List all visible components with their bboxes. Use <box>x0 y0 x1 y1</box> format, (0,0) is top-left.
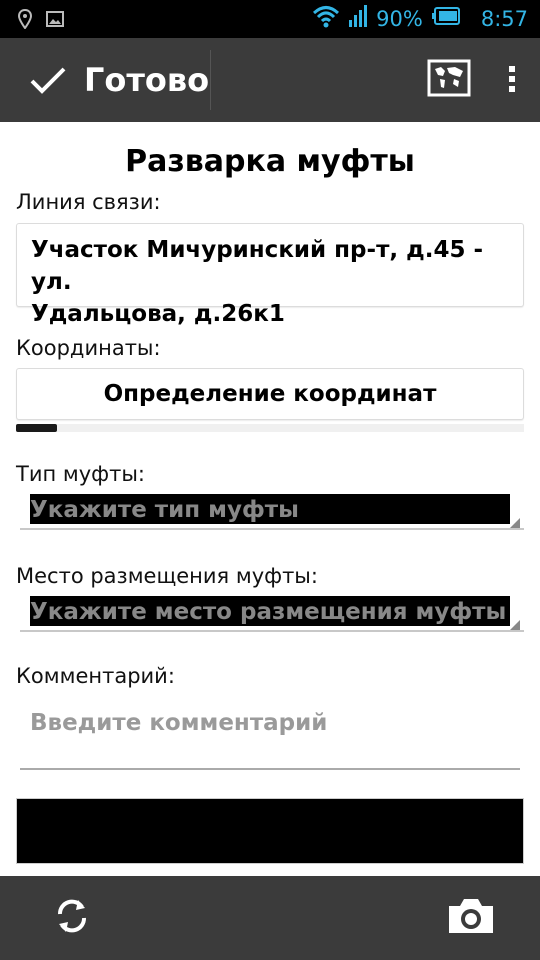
image-icon <box>46 11 64 31</box>
map-icon <box>427 59 471 101</box>
action-divider <box>210 50 211 110</box>
black-button[interactable] <box>16 798 524 864</box>
dropdown-corner-icon <box>510 518 520 528</box>
form-content: Разварка муфты Линия связи: Участок Мичу… <box>0 122 540 876</box>
check-icon <box>30 66 66 94</box>
signal-icon <box>348 4 368 33</box>
clock: 8:57 <box>480 6 528 31</box>
coords-progress-fill <box>16 424 57 432</box>
dropdown-corner-icon <box>510 620 520 630</box>
page-title: Разварка муфты <box>125 144 415 179</box>
refresh-button[interactable] <box>44 890 100 946</box>
done-button[interactable]: Готово <box>0 38 210 122</box>
type-spinner[interactable]: Укажите тип муфты <box>20 494 524 530</box>
line-value-2: Удальцова, д.26к1 <box>31 301 285 327</box>
battery-percent: 90% <box>376 6 423 31</box>
type-label: Тип муфты: <box>16 462 145 486</box>
camera-button[interactable] <box>438 890 504 946</box>
type-spinner-text: Укажите тип муфты <box>30 494 510 524</box>
overflow-menu-button[interactable] <box>492 56 532 106</box>
place-spinner-underline <box>20 630 524 632</box>
place-label: Место размещения муфты: <box>16 564 318 588</box>
comment-label: Комментарий: <box>16 664 175 688</box>
location-icon <box>17 8 33 33</box>
coords-button-label: Определение координат <box>103 381 437 407</box>
done-label: Готово <box>84 61 210 99</box>
map-button[interactable] <box>418 52 480 108</box>
coords-progress-bar <box>16 424 524 432</box>
camera-icon <box>445 896 497 940</box>
action-bar: Готово <box>0 38 540 122</box>
status-bar: 90% 8:57 <box>0 0 540 38</box>
refresh-icon <box>52 896 92 940</box>
overflow-menu-icon <box>508 64 516 98</box>
line-label: Линия связи: <box>16 190 161 214</box>
wifi-icon <box>312 4 340 33</box>
comment-input[interactable]: Введите комментарий <box>20 702 520 770</box>
line-field[interactable]: Участок Мичуринский пр-т, д.45 - ул. Уда… <box>16 223 524 327</box>
bottom-bar <box>0 876 540 960</box>
battery-icon <box>431 6 461 31</box>
place-spinner-text: Укажите место размещения муфты <box>30 596 510 626</box>
determine-coordinates-button[interactable]: Определение координат <box>16 368 524 420</box>
place-spinner[interactable]: Укажите место размещения муфты <box>20 596 524 632</box>
line-value-1: Участок Мичуринский пр-т, д.45 - ул. <box>31 237 484 295</box>
type-spinner-underline <box>20 528 524 530</box>
coords-label: Координаты: <box>16 336 161 360</box>
